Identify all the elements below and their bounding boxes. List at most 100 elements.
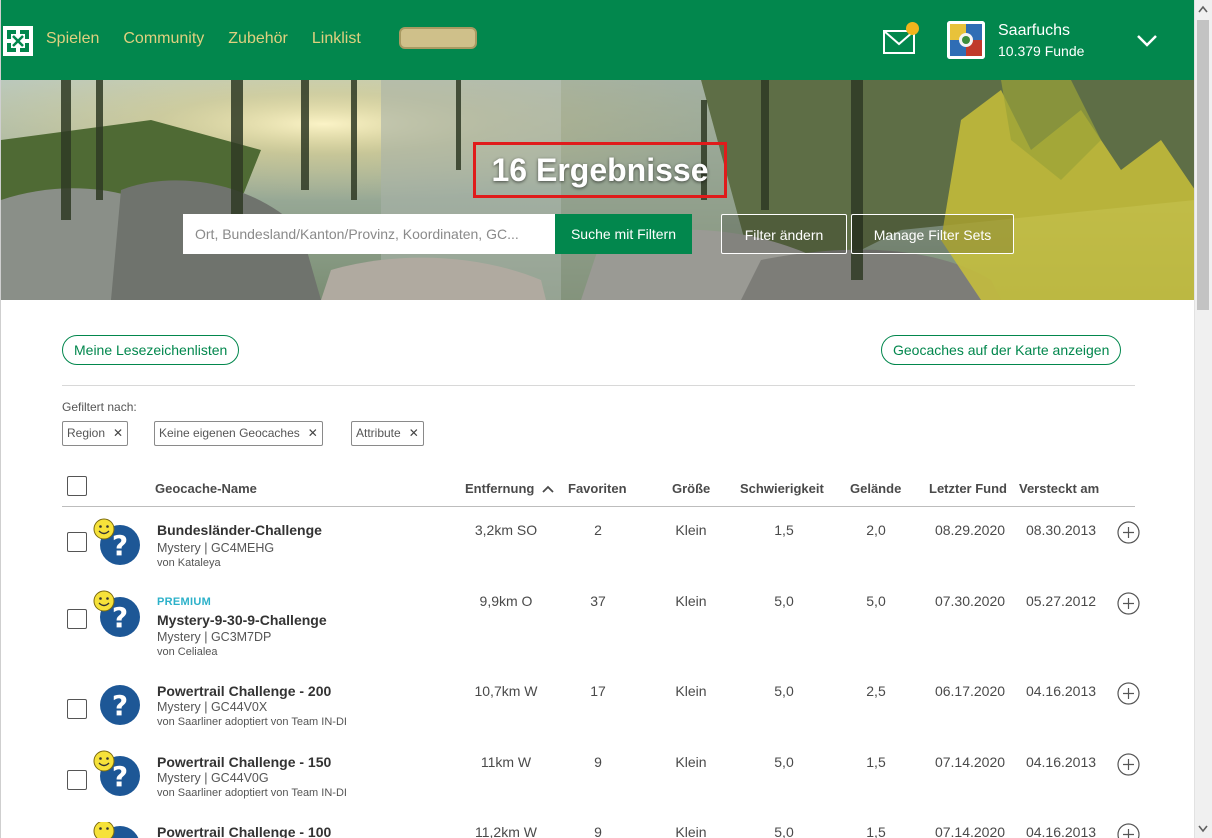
close-icon[interactable]: ✕: [308, 426, 318, 440]
search-input[interactable]: [183, 214, 555, 254]
difficulty-value: 5,0: [774, 754, 794, 770]
chevron-up-icon: [542, 485, 554, 493]
scroll-down-arrow-icon[interactable]: [1197, 824, 1209, 834]
geocache-type-code: Mystery | GC44V0X: [157, 700, 268, 714]
close-icon[interactable]: ✕: [113, 426, 123, 440]
size-value: Klein: [675, 593, 707, 609]
nav-item-linklist[interactable]: Linklist: [312, 30, 361, 48]
hidden-date-value: 05.27.2012: [1025, 593, 1097, 609]
difficulty-value: 1,5: [774, 522, 794, 538]
geocache-name-link[interactable]: Powertrail Challenge - 100: [157, 824, 331, 838]
column-header-name[interactable]: Geocache-Name: [155, 481, 257, 496]
terrain-value: 1,5: [866, 754, 886, 770]
column-header-label: Entfernung: [465, 481, 535, 496]
difficulty-value: 5,0: [774, 593, 794, 609]
row-checkbox[interactable]: [67, 532, 87, 552]
found-smiley-icon: [93, 822, 115, 838]
svg-text:?: ?: [112, 689, 128, 722]
last-found-value: 07.14.2020: [934, 824, 1006, 838]
geocache-owner: von Kataleya: [157, 557, 221, 569]
filter-chip-label: Attribute: [356, 426, 401, 440]
bookmark-lists-button[interactable]: Meine Lesezeichenlisten: [62, 335, 240, 365]
column-header-last-found[interactable]: Letzter Fund: [929, 481, 1007, 496]
close-icon[interactable]: ✕: [409, 426, 419, 440]
hidden-date-value: 04.16.2013: [1025, 754, 1097, 770]
geocache-name-link[interactable]: Powertrail Challenge - 200: [157, 683, 331, 699]
add-circle-icon[interactable]: [1117, 521, 1140, 544]
column-header-hidden[interactable]: Versteckt am: [1019, 481, 1099, 496]
favorites-value: 9: [594, 754, 602, 770]
show-on-map-button[interactable]: Geocaches auf der Karte anzeigen: [881, 335, 1122, 365]
select-all-checkbox[interactable]: [67, 476, 87, 496]
last-found-value: 07.30.2020: [934, 593, 1006, 609]
divider: [62, 385, 1135, 386]
add-circle-icon[interactable]: [1117, 823, 1140, 838]
table-header-divider: [62, 506, 1135, 507]
nav-item-spielen[interactable]: Spielen: [46, 30, 99, 48]
chevron-down-icon[interactable]: [1136, 34, 1158, 53]
filter-chip-attribute[interactable]: Attribute ✕: [351, 421, 424, 446]
geocache-owner: von Saarliner adoptiert von Team IN-DI: [157, 716, 347, 728]
favorites-value: 9: [594, 824, 602, 838]
add-circle-icon[interactable]: [1117, 592, 1140, 615]
difficulty-value: 5,0: [774, 824, 794, 838]
difficulty-value: 5,0: [774, 683, 794, 699]
hidden-date-value: 04.16.2013: [1025, 683, 1097, 699]
scroll-up-arrow-icon[interactable]: [1197, 4, 1209, 14]
geocache-name-link[interactable]: Mystery-9-30-9-Challenge: [157, 612, 327, 628]
filter-chip-label: Keine eigenen Geocaches: [159, 426, 300, 440]
browser-viewport: Spielen Community Zubehör Linklist Saarf…: [0, 0, 1194, 838]
favorites-value: 37: [590, 593, 606, 609]
column-header-size[interactable]: Größe: [672, 481, 710, 496]
hidden-date-value: 04.16.2013: [1025, 824, 1097, 838]
distance-value: 9,9km O: [479, 593, 533, 609]
scrollbar-thumb[interactable]: [1197, 20, 1209, 310]
geocache-type-code: Mystery | GC3M7DP: [157, 630, 272, 644]
search-with-filters-button[interactable]: Suche mit Filtern: [555, 214, 692, 254]
distance-value: 11,2km W: [475, 824, 537, 838]
main-nav: Spielen Community Zubehör Linklist: [46, 30, 361, 48]
results-count-title: 16 Ergebnisse: [473, 142, 727, 198]
last-found-value: 08.29.2020: [934, 522, 1006, 538]
add-circle-icon[interactable]: [1117, 753, 1140, 776]
notification-dot: [906, 22, 919, 35]
geocache-name-link[interactable]: Powertrail Challenge - 150: [157, 754, 331, 770]
change-filter-button[interactable]: Filter ändern: [721, 214, 847, 254]
column-header-difficulty[interactable]: Schwierigkeit: [740, 481, 824, 496]
user-name[interactable]: Saarfuchs: [998, 22, 1070, 40]
nav-item-zubehoer[interactable]: Zubehör: [228, 30, 288, 48]
row-checkbox[interactable]: [67, 770, 87, 790]
column-header-favorites[interactable]: Favoriten: [568, 481, 627, 496]
terrain-value: 2,5: [866, 683, 886, 699]
found-smiley-icon: [93, 590, 115, 612]
add-circle-icon[interactable]: [1117, 682, 1140, 705]
terrain-value: 1,5: [866, 824, 886, 838]
avatar[interactable]: [947, 21, 985, 59]
favorites-value: 2: [594, 522, 602, 538]
geocache-type-code: Mystery | GC44V0G: [157, 771, 269, 785]
column-header-terrain[interactable]: Gelände: [850, 481, 901, 496]
row-checkbox[interactable]: [67, 609, 87, 629]
distance-value: 3,2km SO: [474, 522, 538, 538]
manage-filter-sets-button[interactable]: Manage Filter Sets: [851, 214, 1014, 254]
filter-chip-region[interactable]: Region ✕: [62, 421, 129, 446]
last-found-value: 06.17.2020: [934, 683, 1006, 699]
filter-chip-label: Region: [67, 426, 106, 440]
geocaching-logo-icon[interactable]: [3, 26, 33, 56]
geocache-type-code: Mystery | GC4MEHG: [157, 541, 275, 555]
geocache-name-link[interactable]: Bundesländer-Challenge: [157, 522, 322, 538]
hidden-date-value: 08.30.2013: [1025, 522, 1097, 538]
found-smiley-icon: [93, 518, 115, 540]
nav-item-community[interactable]: Community: [123, 30, 204, 48]
size-value: Klein: [675, 683, 707, 699]
distance-value: 10,7km W: [474, 683, 538, 699]
premium-badge: PREMIUM: [157, 596, 212, 608]
column-header-distance[interactable]: Entfernung: [465, 481, 554, 496]
nav-pill-button[interactable]: [399, 27, 477, 49]
favorites-value: 17: [590, 683, 606, 699]
row-checkbox[interactable]: [67, 699, 87, 719]
filter-chip-own-caches[interactable]: Keine eigenen Geocaches ✕: [154, 421, 323, 446]
size-value: Klein: [675, 754, 707, 770]
filter-label: Gefiltert nach:: [62, 400, 137, 414]
distance-value: 11km W: [480, 754, 532, 770]
